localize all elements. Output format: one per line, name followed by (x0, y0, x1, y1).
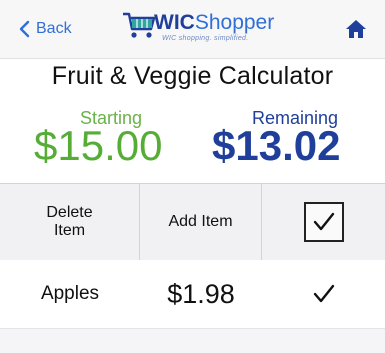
delete-item-label: Delete Item (46, 204, 93, 239)
add-item-label: Add Item (168, 213, 233, 230)
remaining-balance: Remaining $13.02 (212, 108, 382, 174)
delete-item-button[interactable]: Delete Item (0, 184, 140, 260)
add-item-button[interactable]: Add Item (140, 184, 262, 260)
back-button[interactable]: Back (18, 16, 72, 42)
wicshopper-logo: WICShopper WIC shopping. simplified. (122, 8, 287, 52)
empty-list-area (0, 329, 385, 353)
brand-name: WICShopper (154, 10, 274, 36)
back-chevron-icon (19, 20, 30, 38)
page-title: Fruit & Veggie Calculator (51, 62, 334, 90)
home-icon[interactable] (345, 18, 367, 40)
checkmark-icon (313, 284, 334, 303)
remaining-amount: $13.02 (212, 122, 341, 169)
item-price: $1.98 (167, 278, 235, 309)
starting-balance: Starting $15.00 (34, 108, 194, 174)
brand-tagline: WIC shopping. simplified. (162, 35, 249, 42)
item-table-header: Delete Item Add Item (0, 183, 385, 261)
back-label: Back (36, 20, 72, 37)
brand-prefix: WIC (154, 11, 195, 34)
select-all-cell (262, 184, 385, 260)
brand-suffix: Shopper (194, 11, 275, 34)
item-name: Apples (40, 283, 100, 304)
top-nav-bar: Back WICShopper WIC shopping. simplified… (0, 0, 385, 59)
starting-amount: $15.00 (34, 122, 163, 169)
shopping-cart-icon (123, 12, 156, 38)
table-row[interactable]: Apples $1.98 (0, 260, 385, 329)
checkmark-icon (313, 212, 334, 231)
item-checkmark[interactable] (262, 260, 385, 328)
select-all-checkbox[interactable] (303, 202, 344, 242)
